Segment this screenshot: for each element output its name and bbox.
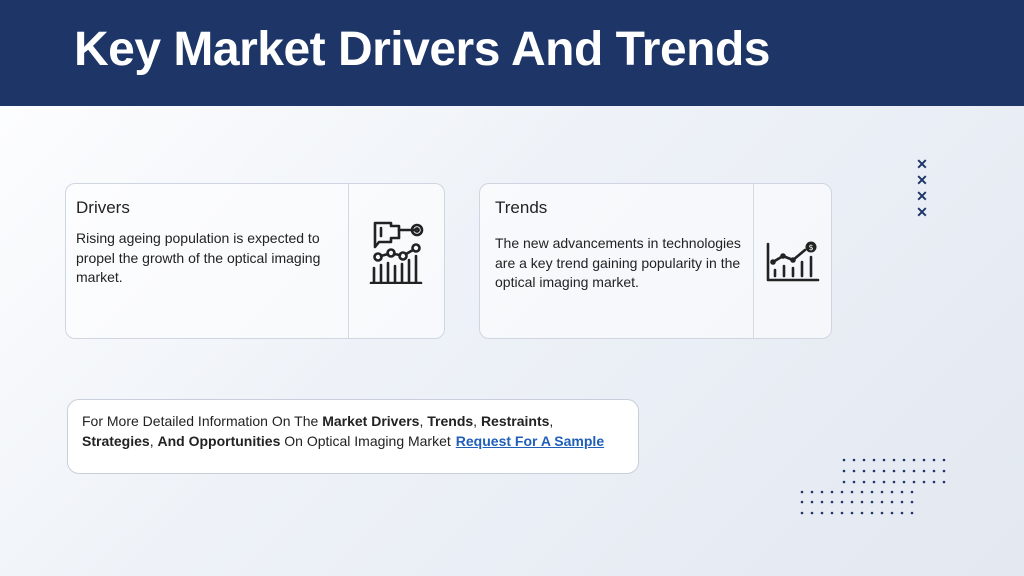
request-sample-link[interactable]: Request For A Sample: [456, 433, 604, 449]
trends-title: Trends: [495, 198, 548, 217]
decorative-dot: [942, 469, 946, 473]
drivers-card: Drivers Rising ageing population is expe…: [65, 183, 445, 339]
x-mark-icon: ✕: [916, 156, 928, 172]
decorative-dot: [860, 500, 864, 504]
decorative-dot: [902, 469, 906, 473]
decorative-dot: [912, 480, 916, 484]
info-box: For More Detailed Information On The Mar…: [67, 399, 639, 474]
cta-text: On Optical Imaging Market: [280, 433, 451, 449]
cta-text: ,: [549, 413, 554, 429]
decorative-dot: [910, 490, 914, 494]
decorative-dot: [800, 511, 804, 515]
decorative-dot: [862, 480, 866, 484]
card-divider: [348, 184, 349, 338]
decorative-dot: [842, 458, 846, 462]
decorative-dot: [860, 511, 864, 515]
decorative-dot: [852, 469, 856, 473]
decorative-dot: [900, 490, 904, 494]
decorative-dot: [900, 500, 904, 504]
decorative-dot: [932, 469, 936, 473]
trends-text: The new advancements in technologies are…: [495, 235, 741, 290]
decorative-dot: [852, 458, 856, 462]
decorative-dot: [870, 500, 874, 504]
decorative-dot: [872, 480, 876, 484]
decorative-dot: [870, 490, 874, 494]
decorative-dot: [810, 500, 814, 504]
decorative-dot: [912, 458, 916, 462]
cta-bold-market-drivers: Market Drivers: [322, 413, 420, 429]
decorative-dot: [820, 490, 824, 494]
decorative-dot: [810, 511, 814, 515]
decorative-dot: [830, 511, 834, 515]
trends-card: Trends The new advancements in technolog…: [479, 183, 832, 339]
decorative-dot: [820, 500, 824, 504]
x-mark-icon: ✕: [916, 188, 928, 204]
decorative-dot: [862, 458, 866, 462]
decorative-dot: [840, 500, 844, 504]
cta-bold-trends: Trends: [427, 413, 474, 429]
decorative-dot: [882, 469, 886, 473]
decorative-dot: [882, 458, 886, 462]
decorative-dot: [840, 490, 844, 494]
cta-bold-opportunities: And Opportunities: [157, 433, 281, 449]
decorative-dot: [810, 490, 814, 494]
decorative-dot: [902, 458, 906, 462]
cta-bold-restraints: Restraints: [480, 413, 550, 429]
decorative-dot: [800, 490, 804, 494]
decorative-dot: [902, 480, 906, 484]
x-mark-icon: ✕: [916, 172, 928, 188]
decorative-dot: [880, 511, 884, 515]
decorative-dot: [882, 480, 886, 484]
decorative-dot: [800, 500, 804, 504]
decorative-dot: [830, 490, 834, 494]
decorative-dot: [922, 469, 926, 473]
cta-text: For More Detailed Information On The: [82, 413, 323, 429]
decorative-dot: [860, 490, 864, 494]
svg-text:$: $: [808, 243, 813, 252]
decorative-dot: [850, 490, 854, 494]
decorative-dot: [880, 500, 884, 504]
decorative-dot: [922, 458, 926, 462]
decorative-dot: [942, 458, 946, 462]
drivers-title: Drivers: [76, 198, 130, 217]
decorative-dot: [870, 511, 874, 515]
decorative-dot-grid: [800, 458, 946, 515]
decorative-dot: [842, 469, 846, 473]
decorative-dot: [892, 469, 896, 473]
card-divider: [753, 184, 754, 338]
decorative-dot: [942, 480, 946, 484]
decorative-dot: [850, 511, 854, 515]
growth-chart-icon: $: [765, 240, 821, 291]
decorative-dot: [910, 500, 914, 504]
decorative-dot: [912, 469, 916, 473]
decorative-dot: [872, 469, 876, 473]
decorative-dot: [900, 511, 904, 515]
decorative-dot: [880, 490, 884, 494]
presentation-chart-icon: [369, 220, 425, 289]
x-mark-icon: ✕: [916, 204, 928, 220]
decorative-dot: [892, 480, 896, 484]
decorative-dot: [830, 500, 834, 504]
decorative-dot: [872, 458, 876, 462]
decorative-dot: [932, 480, 936, 484]
decorative-dot: [910, 511, 914, 515]
page-title: Key Market Drivers And Trends: [74, 23, 770, 76]
decorative-dot: [852, 480, 856, 484]
decorative-dot: [862, 469, 866, 473]
decorative-dot: [890, 490, 894, 494]
decorative-dot: [842, 480, 846, 484]
decorative-dot: [820, 511, 824, 515]
decorative-dot: [892, 458, 896, 462]
decorative-dot: [922, 480, 926, 484]
decorative-x-marks: ✕ ✕ ✕ ✕: [916, 156, 928, 220]
drivers-text: Rising ageing population is expected to …: [76, 230, 321, 285]
title-bar: Key Market Drivers And Trends: [0, 0, 1024, 106]
decorative-dot: [850, 500, 854, 504]
decorative-dot: [840, 511, 844, 515]
cta-bold-strategies: Strategies: [82, 433, 150, 449]
decorative-dot: [890, 500, 894, 504]
cta-text: ,: [473, 413, 481, 429]
decorative-dot: [932, 458, 936, 462]
decorative-dot: [890, 511, 894, 515]
